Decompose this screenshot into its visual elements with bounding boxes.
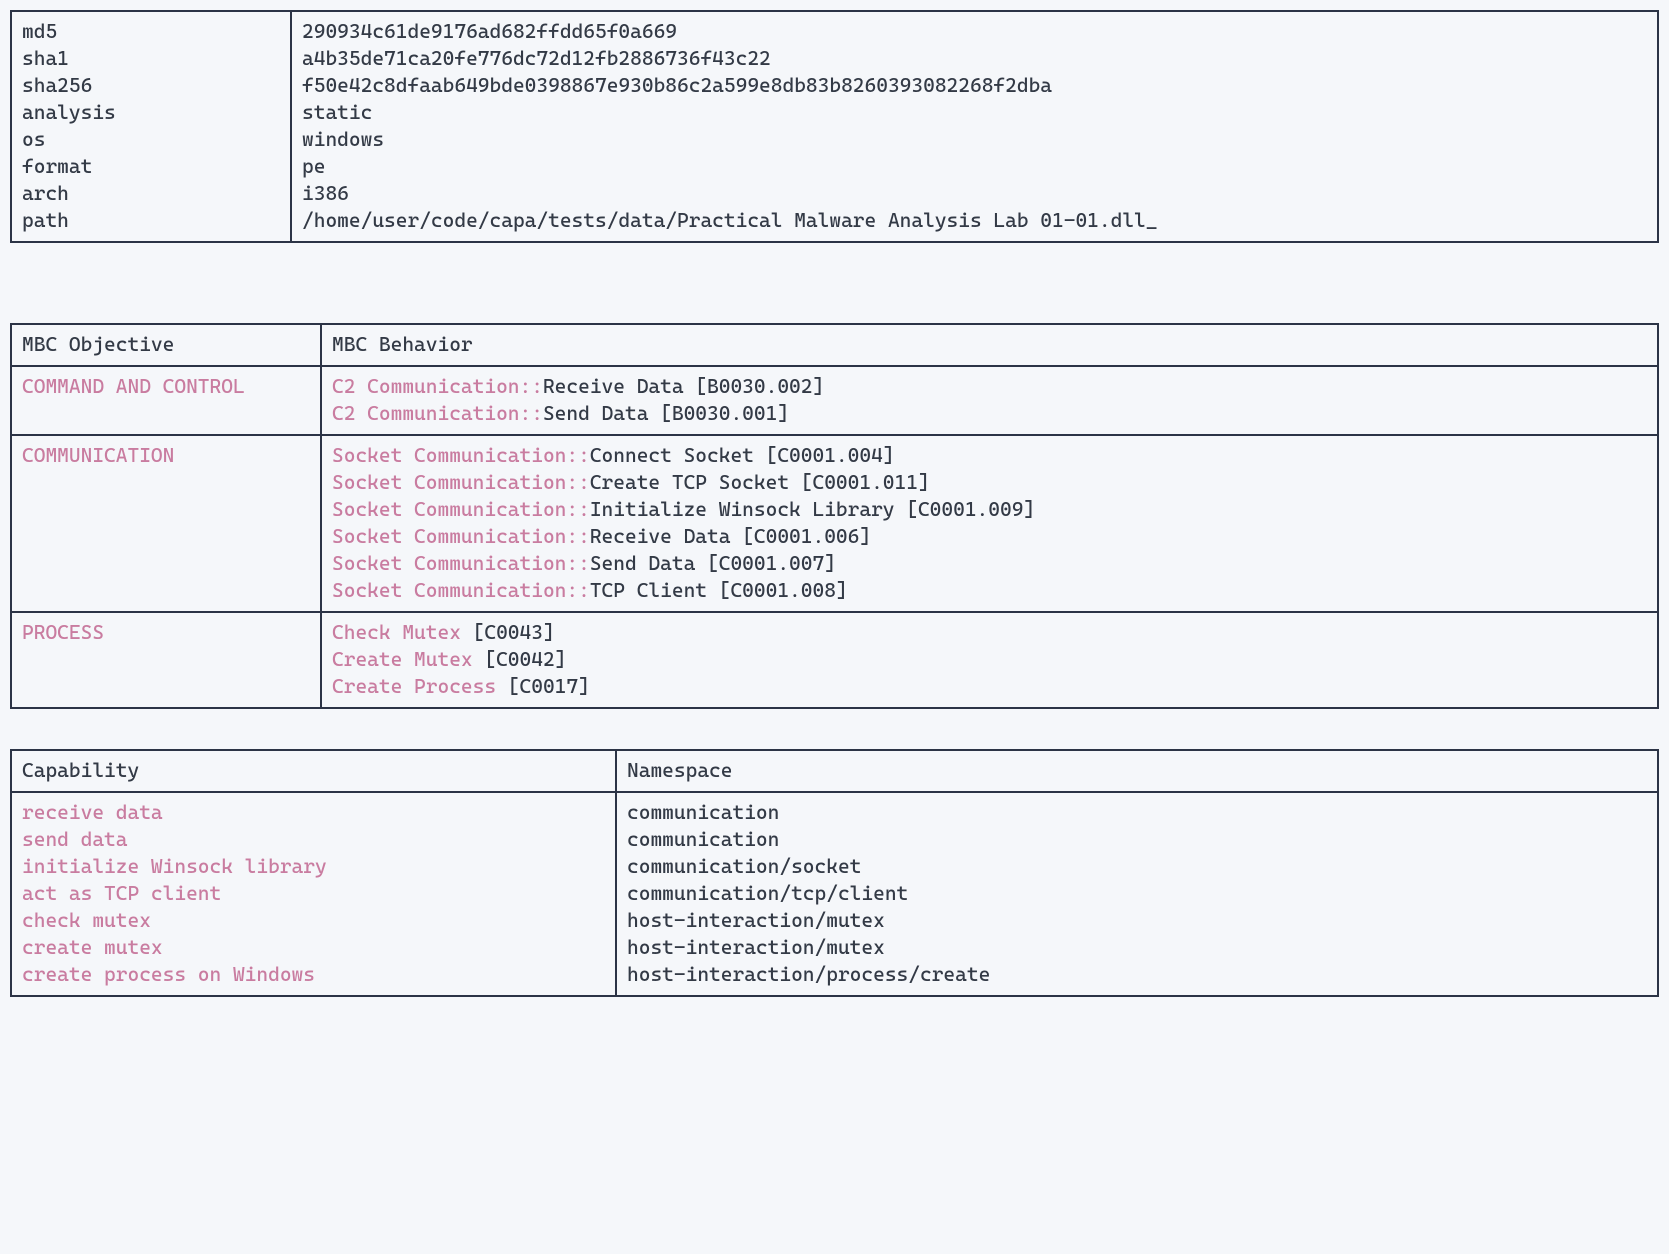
mbc-objective: COMMUNICATION bbox=[11, 435, 321, 612]
metadata-key: sha256 bbox=[22, 72, 280, 99]
capability-item: create mutex bbox=[22, 934, 605, 961]
mbc-behavior-category: C2 Communication:: bbox=[332, 374, 543, 398]
mbc-behavior-line: Socket Communication::Connect Socket [C0… bbox=[332, 442, 1647, 469]
metadata-key: os bbox=[22, 126, 280, 153]
mbc-table: MBC Objective MBC Behavior COMMAND AND C… bbox=[10, 323, 1659, 709]
mbc-behavior-category: Socket Communication:: bbox=[332, 551, 590, 575]
namespace-list: communicationcommunicationcommunication/… bbox=[616, 792, 1658, 996]
mbc-behavior-line: Socket Communication::Send Data [C0001.0… bbox=[332, 550, 1647, 577]
namespace-item: host-interaction/process/create bbox=[627, 961, 1647, 988]
metadata-key: md5 bbox=[22, 18, 280, 45]
mbc-behavior-category: C2 Communication:: bbox=[332, 401, 543, 425]
mbc-behavior-line: Socket Communication::Initialize Winsock… bbox=[332, 496, 1647, 523]
mbc-behavior-detail: Receive Data [C0001.006] bbox=[590, 524, 871, 548]
mbc-behavior-category: Socket Communication:: bbox=[332, 524, 590, 548]
namespace-item: communication/tcp/client bbox=[627, 880, 1647, 907]
namespace-item: communication/socket bbox=[627, 853, 1647, 880]
mbc-behavior-line: Create Process [C0017] bbox=[332, 673, 1647, 700]
mbc-behavior-line: Socket Communication::Receive Data [C000… bbox=[332, 523, 1647, 550]
mbc-behavior-category: Socket Communication:: bbox=[332, 497, 590, 521]
capability-list: receive datasend datainitialize Winsock … bbox=[11, 792, 616, 996]
mbc-behavior-detail: Send Data [B0030.001] bbox=[543, 401, 789, 425]
mbc-header-objective: MBC Objective bbox=[11, 324, 321, 366]
mbc-behavior-detail: [C0017] bbox=[508, 674, 590, 698]
capability-table: Capability Namespace receive datasend da… bbox=[10, 749, 1659, 997]
metadata-keys: md5sha1sha256analysisosformatarchpath bbox=[11, 11, 291, 242]
mbc-row: COMMUNICATIONSocket Communication::Conne… bbox=[11, 435, 1658, 612]
mbc-objective: PROCESS bbox=[11, 612, 321, 708]
metadata-key: arch bbox=[22, 180, 280, 207]
capability-item: create process on Windows bbox=[22, 961, 605, 988]
metadata-values: 290934c61de9176ad682ffdd65f0a669a4b35de7… bbox=[291, 11, 1658, 242]
mbc-behavior-category: Create Process bbox=[332, 674, 508, 698]
metadata-table: md5sha1sha256analysisosformatarchpath290… bbox=[10, 10, 1659, 243]
metadata-value: f50e42c8dfaab649bde0398867e930b86c2a599e… bbox=[302, 72, 1647, 99]
metadata-row: md5sha1sha256analysisosformatarchpath290… bbox=[11, 11, 1658, 242]
mbc-behavior-category: Socket Communication:: bbox=[332, 578, 590, 602]
capability-item: receive data bbox=[22, 799, 605, 826]
namespace-item: communication bbox=[627, 826, 1647, 853]
mbc-behavior-detail: [C0042] bbox=[484, 647, 566, 671]
metadata-value: static bbox=[302, 99, 1647, 126]
namespace-item: host-interaction/mutex bbox=[627, 907, 1647, 934]
mbc-header-behavior: MBC Behavior bbox=[321, 324, 1658, 366]
capability-item: initialize Winsock library bbox=[22, 853, 605, 880]
metadata-value: windows bbox=[302, 126, 1647, 153]
capability-item: act as TCP client bbox=[22, 880, 605, 907]
mbc-behavior-line: Socket Communication::Create TCP Socket … bbox=[332, 469, 1647, 496]
mbc-behavior-line: Check Mutex [C0043] bbox=[332, 619, 1647, 646]
capability-item: send data bbox=[22, 826, 605, 853]
capability-header-namespace: Namespace bbox=[616, 750, 1658, 792]
mbc-behavior-category: Create Mutex bbox=[332, 647, 484, 671]
metadata-key: format bbox=[22, 153, 280, 180]
metadata-value: /home/user/code/capa/tests/data/Practica… bbox=[302, 207, 1647, 234]
mbc-behaviors: Socket Communication::Connect Socket [C0… bbox=[321, 435, 1658, 612]
mbc-behavior-category: Socket Communication:: bbox=[332, 443, 590, 467]
metadata-key: path bbox=[22, 207, 280, 234]
mbc-row: PROCESSCheck Mutex [C0043]Create Mutex [… bbox=[11, 612, 1658, 708]
metadata-value: i386 bbox=[302, 180, 1647, 207]
mbc-behavior-detail: Receive Data [B0030.002] bbox=[543, 374, 824, 398]
mbc-behavior-line: C2 Communication::Receive Data [B0030.00… bbox=[332, 373, 1647, 400]
metadata-key: analysis bbox=[22, 99, 280, 126]
mbc-behavior-detail: Initialize Winsock Library [C0001.009] bbox=[590, 497, 1035, 521]
capability-item: check mutex bbox=[22, 907, 605, 934]
mbc-behavior-detail: [C0043] bbox=[473, 620, 555, 644]
capability-header-capability: Capability bbox=[11, 750, 616, 792]
namespace-item: host-interaction/mutex bbox=[627, 934, 1647, 961]
mbc-behavior-category: Check Mutex bbox=[332, 620, 473, 644]
mbc-behaviors: Check Mutex [C0043]Create Mutex [C0042]C… bbox=[321, 612, 1658, 708]
mbc-behavior-line: Create Mutex [C0042] bbox=[332, 646, 1647, 673]
namespace-item: communication bbox=[627, 799, 1647, 826]
metadata-value: a4b35de71ca20fe776dc72d12fb2886736f43c22 bbox=[302, 45, 1647, 72]
mbc-objective: COMMAND AND CONTROL bbox=[11, 366, 321, 435]
metadata-value: pe bbox=[302, 153, 1647, 180]
mbc-behavior-detail: TCP Client [C0001.008] bbox=[590, 578, 848, 602]
mbc-behavior-detail: Create TCP Socket [C0001.011] bbox=[590, 470, 930, 494]
mbc-behavior-line: Socket Communication::TCP Client [C0001.… bbox=[332, 577, 1647, 604]
mbc-row: COMMAND AND CONTROLC2 Communication::Rec… bbox=[11, 366, 1658, 435]
metadata-value: 290934c61de9176ad682ffdd65f0a669 bbox=[302, 18, 1647, 45]
metadata-key: sha1 bbox=[22, 45, 280, 72]
mbc-behavior-detail: Send Data [C0001.007] bbox=[590, 551, 836, 575]
mbc-behavior-line: C2 Communication::Send Data [B0030.001] bbox=[332, 400, 1647, 427]
mbc-behavior-category: Socket Communication:: bbox=[332, 470, 590, 494]
mbc-behaviors: C2 Communication::Receive Data [B0030.00… bbox=[321, 366, 1658, 435]
mbc-behavior-detail: Connect Socket [C0001.004] bbox=[590, 443, 895, 467]
